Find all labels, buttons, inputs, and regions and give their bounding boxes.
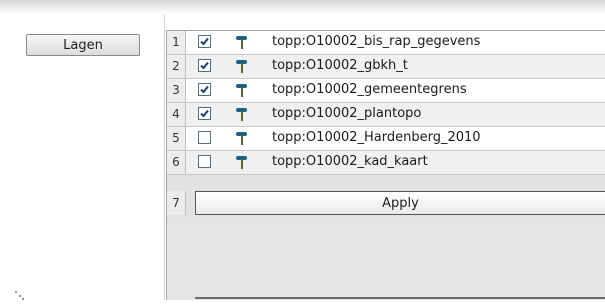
layer-list-panel: 1 topp:O10002_bis_rap_gegevens 2 topp:O1…	[166, 30, 605, 300]
apply-button[interactable]: Apply	[195, 191, 605, 215]
layer-row: 2 topp:O10002_gbkh_t	[167, 55, 605, 79]
layer-row-body[interactable]: topp:O10002_bis_rap_gegevens	[186, 31, 605, 54]
layer-visibility-checkbox[interactable]	[198, 83, 211, 96]
layer-name: topp:O10002_kad_kaart	[272, 154, 428, 169]
layer-name: topp:O10002_bis_rap_gegevens	[272, 34, 481, 49]
layer-visibility-checkbox[interactable]	[198, 131, 211, 144]
apply-row: 7 Apply	[167, 191, 605, 216]
lagen-button[interactable]: Lagen	[26, 34, 140, 56]
panel-bottom-line	[195, 297, 605, 299]
row-number: 4	[167, 103, 186, 126]
layer-row: 5 topp:O10002_Hardenberg_2010	[167, 127, 605, 151]
layer-row-body[interactable]: topp:O10002_gbkh_t	[186, 55, 605, 78]
layer-row: 4 topp:O10002_plantopo	[167, 103, 605, 127]
row-number: 1	[167, 31, 186, 54]
layer-visibility-checkbox[interactable]	[198, 107, 211, 120]
checkmark-icon	[200, 61, 209, 70]
layer-visibility-checkbox[interactable]	[198, 155, 211, 168]
layer-flag-icon	[236, 84, 247, 97]
layer-row: 3 topp:O10002_gemeentegrens	[167, 79, 605, 103]
row-number: 6	[167, 151, 186, 174]
left-panel	[6, 14, 165, 300]
layer-flag-icon	[236, 108, 247, 121]
layer-row-body[interactable]: topp:O10002_gemeentegrens	[186, 79, 605, 102]
layer-visibility-checkbox[interactable]	[198, 35, 211, 48]
layer-flag-icon	[236, 60, 247, 73]
checkmark-icon	[200, 109, 209, 118]
layer-row-body[interactable]: topp:O10002_kad_kaart	[186, 151, 605, 174]
layer-row-body[interactable]: topp:O10002_Hardenberg_2010	[186, 127, 605, 150]
layer-name: topp:O10002_plantopo	[272, 106, 422, 121]
layer-row: 6 topp:O10002_kad_kaart	[167, 151, 605, 175]
layer-name: topp:O10002_gemeentegrens	[272, 82, 467, 97]
checkmark-icon	[200, 37, 209, 46]
layer-flag-icon	[236, 36, 247, 49]
resize-grip-icon	[15, 291, 24, 300]
row-number: 5	[167, 127, 186, 150]
layer-visibility-checkbox[interactable]	[198, 59, 211, 72]
layer-flag-icon	[236, 156, 247, 169]
layer-row-body[interactable]: topp:O10002_plantopo	[186, 103, 605, 126]
top-shadow	[0, 0, 605, 14]
layer-name: topp:O10002_gbkh_t	[272, 58, 408, 73]
row-number: 7	[167, 191, 186, 215]
layer-row: 1 topp:O10002_bis_rap_gegevens	[167, 31, 605, 55]
row-number: 2	[167, 55, 186, 78]
checkmark-icon	[200, 85, 209, 94]
layer-flag-icon	[236, 132, 247, 145]
layer-name: topp:O10002_Hardenberg_2010	[272, 130, 481, 145]
row-number: 3	[167, 79, 186, 102]
